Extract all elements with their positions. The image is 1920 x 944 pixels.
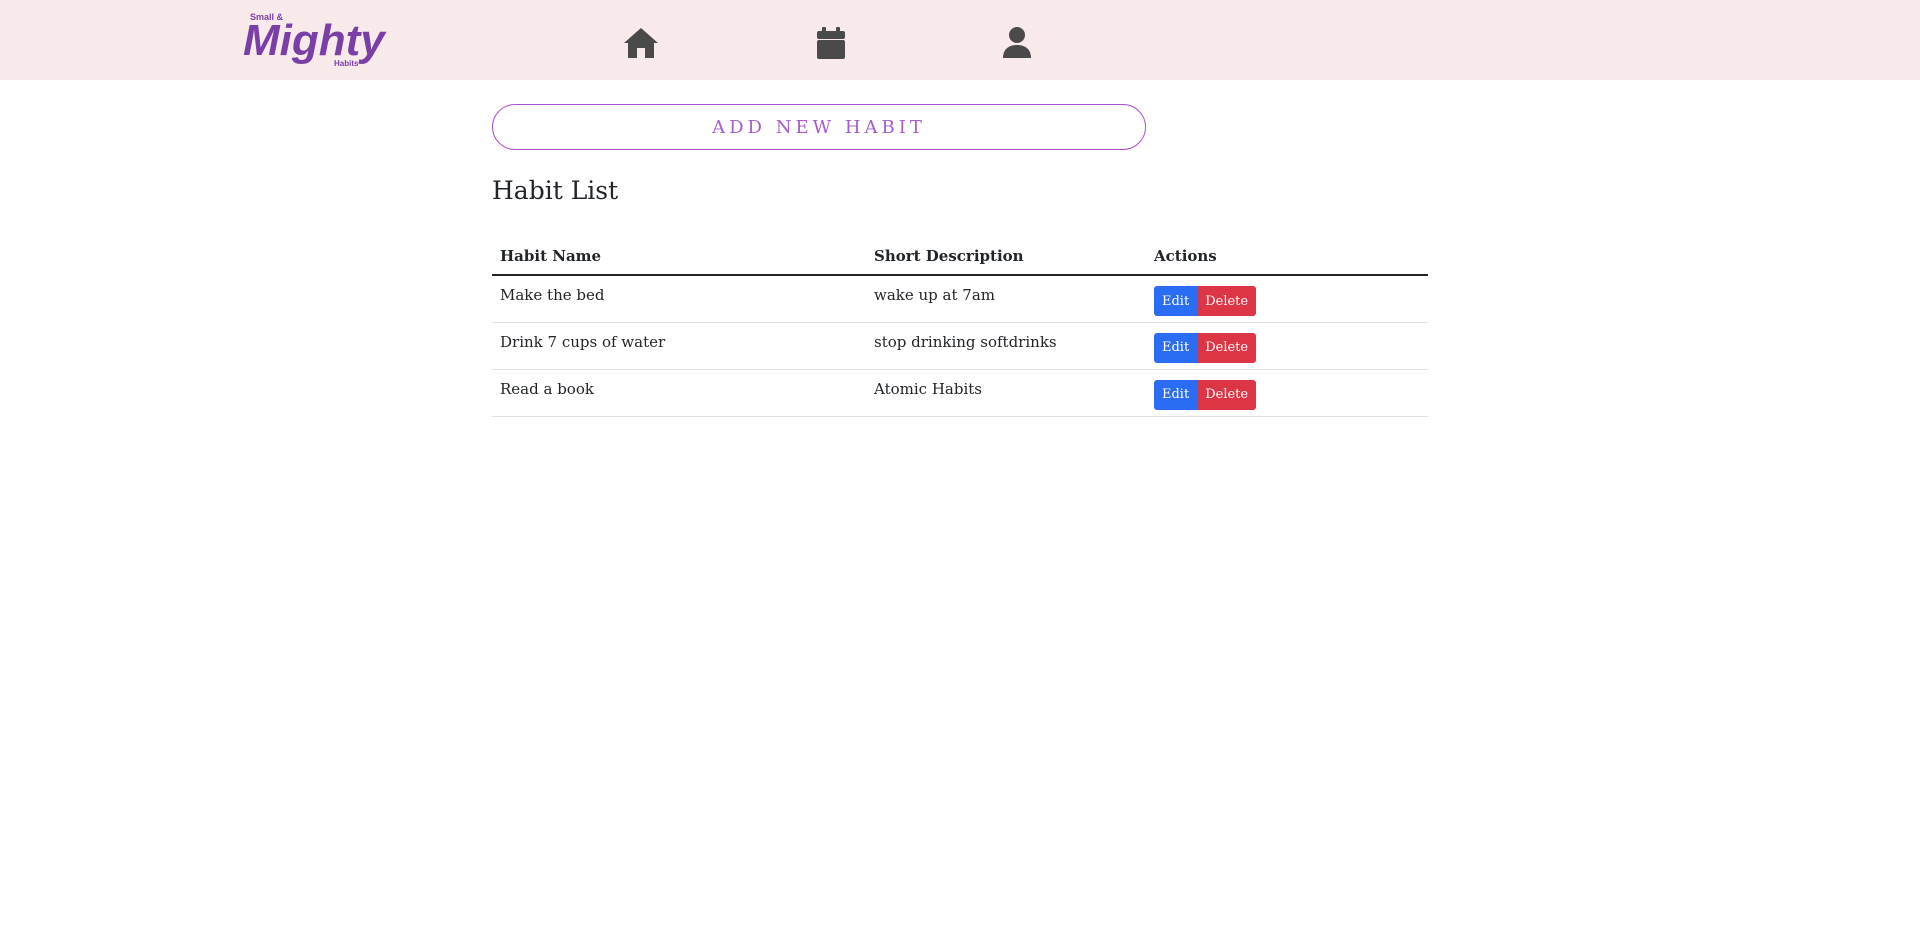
action-button-group: Edit Delete <box>1154 379 1257 410</box>
action-button-group: Edit Delete <box>1154 332 1257 363</box>
edit-button[interactable]: Edit <box>1154 286 1198 316</box>
edit-button[interactable]: Edit <box>1154 332 1198 363</box>
table-row: Drink 7 cups of water stop drinking soft… <box>492 322 1428 370</box>
table-row: Make the bed wake up at 7am Edit Delete <box>492 275 1428 323</box>
nav-profile[interactable] <box>998 24 1036 62</box>
brand-sub-text: Habits <box>334 59 359 68</box>
delete-button[interactable]: Delete <box>1197 379 1257 410</box>
brand-main-text: Mighty <box>243 16 387 65</box>
column-header-actions: Actions <box>1146 238 1428 276</box>
habit-table: Habit Name Short Description Actions Mak… <box>492 238 1428 417</box>
brand-logo[interactable]: Small & Mighty Habits <box>242 10 392 70</box>
table-row: Read a book Atomic Habits Edit Delete <box>492 369 1428 417</box>
actions-cell: Edit Delete <box>1146 322 1428 370</box>
page-title: Habit List <box>492 176 619 205</box>
user-icon <box>1003 27 1031 58</box>
habit-description-cell: stop drinking softdrinks <box>866 322 1146 370</box>
nav-home[interactable] <box>622 24 660 62</box>
habit-name-cell: Drink 7 cups of water <box>492 322 866 370</box>
delete-button[interactable]: Delete <box>1197 286 1257 316</box>
habit-name-cell: Read a book <box>492 369 866 417</box>
column-header-short-description: Short Description <box>866 238 1146 276</box>
action-button-group: Edit Delete <box>1154 286 1257 316</box>
delete-button[interactable]: Delete <box>1197 332 1257 363</box>
column-header-habit-name: Habit Name <box>492 238 866 276</box>
nav-calendar[interactable] <box>812 24 850 62</box>
calendar-icon <box>817 27 845 59</box>
home-icon <box>624 28 658 58</box>
habit-description-cell: wake up at 7am <box>866 275 1146 323</box>
habit-name-cell: Make the bed <box>492 275 866 323</box>
navbar: Small & Mighty Habits <box>0 0 1920 80</box>
table-header-row: Habit Name Short Description Actions <box>492 238 1428 276</box>
add-new-habit-button[interactable]: ADD NEW HABIT <box>492 104 1146 150</box>
actions-cell: Edit Delete <box>1146 369 1428 417</box>
habit-description-cell: Atomic Habits <box>866 369 1146 417</box>
actions-cell: Edit Delete <box>1146 275 1428 323</box>
edit-button[interactable]: Edit <box>1154 379 1198 410</box>
